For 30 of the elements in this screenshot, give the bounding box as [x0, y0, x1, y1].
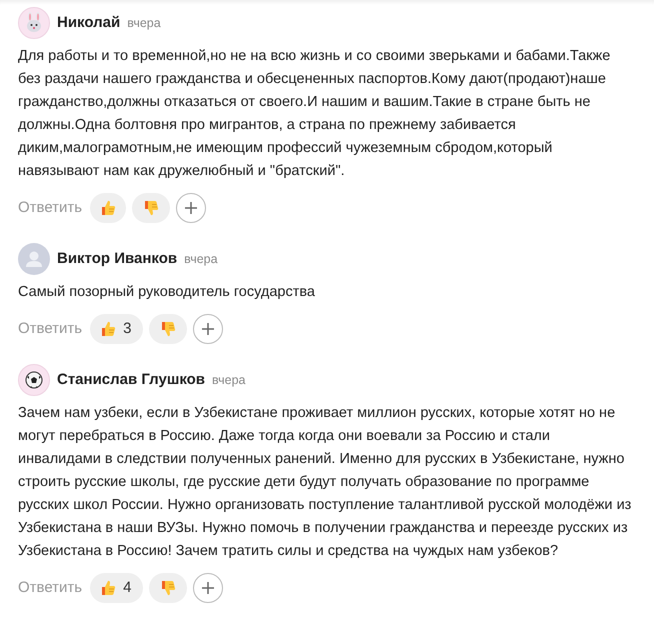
thumbs-down-icon: [142, 199, 160, 217]
soccer-ball-avatar-icon: [18, 364, 50, 396]
thumbs-down-icon: [159, 320, 178, 338]
author-name[interactable]: Николай: [57, 12, 120, 34]
dislike-button[interactable]: [132, 193, 170, 223]
dislike-button[interactable]: [149, 314, 188, 344]
author-name[interactable]: Станислав Глушков: [57, 368, 206, 392]
thumbs-down-icon: [159, 579, 178, 597]
add-reaction-button[interactable]: [176, 193, 206, 223]
thumbs-up-icon: [99, 579, 118, 597]
comment-time: вчера: [184, 250, 218, 268]
comment-text: Для работы и то временной,но не на всю жизнь и со своими зверьками и бабами.Также без раздачи нашего гражданства и обесцененных паспортов.Кому дают(продают)наше гражданство,должны отказаться от своего.И нашим и вашим.Такие в стране быть не должны.Одна болтовня про мигрантов, а страна по прежнему забивается диким,малограмотным,не имеющим профессий чужеземным сбродом,который навязывают нам как дружелюбный и "братский".: [18, 47, 612, 181]
thumbs-up-icon: [99, 320, 118, 338]
add-reaction-button[interactable]: [193, 573, 224, 603]
like-button[interactable]: 4: [90, 573, 144, 603]
author-name[interactable]: Виктор Иванков: [57, 248, 178, 270]
plus-icon: [184, 201, 198, 215]
comment-text: Зачем нам узбеки, если в Узбекистане проживает миллион русских, которые хотят но не могут перебраться в Россию. Даже тогда когда они воевали за Россию и стали инвалидами в следствии полученных ранений. Именно для русских в Узбекистане, нужно строить русские школы, где русские дети будут получать образование по программе русских школ России. Нужно организовать поступление талантливой русской молодёжи из Узбекистана в наши ВУЗы. Нужно помочь в получении гражданства и переезде русских из Узбекистана в Россию! Зачем тратить силы и средства на чуждых нам узбеков?: [18, 404, 632, 561]
comment-time: вчера: [212, 372, 246, 389]
like-button[interactable]: [90, 193, 126, 223]
comment-time: вчера: [127, 14, 161, 32]
plus-icon: [201, 322, 216, 336]
thumbs-up-icon: [99, 199, 118, 217]
add-reaction-button[interactable]: [193, 314, 224, 344]
bunny-avatar-icon: [18, 7, 50, 39]
plus-icon: [201, 581, 216, 595]
comment-text: Самый позорный руководитель государства: [18, 283, 316, 302]
dislike-button[interactable]: [149, 573, 188, 603]
like-button[interactable]: 3: [90, 314, 144, 344]
user-avatar-icon: [18, 243, 50, 275]
